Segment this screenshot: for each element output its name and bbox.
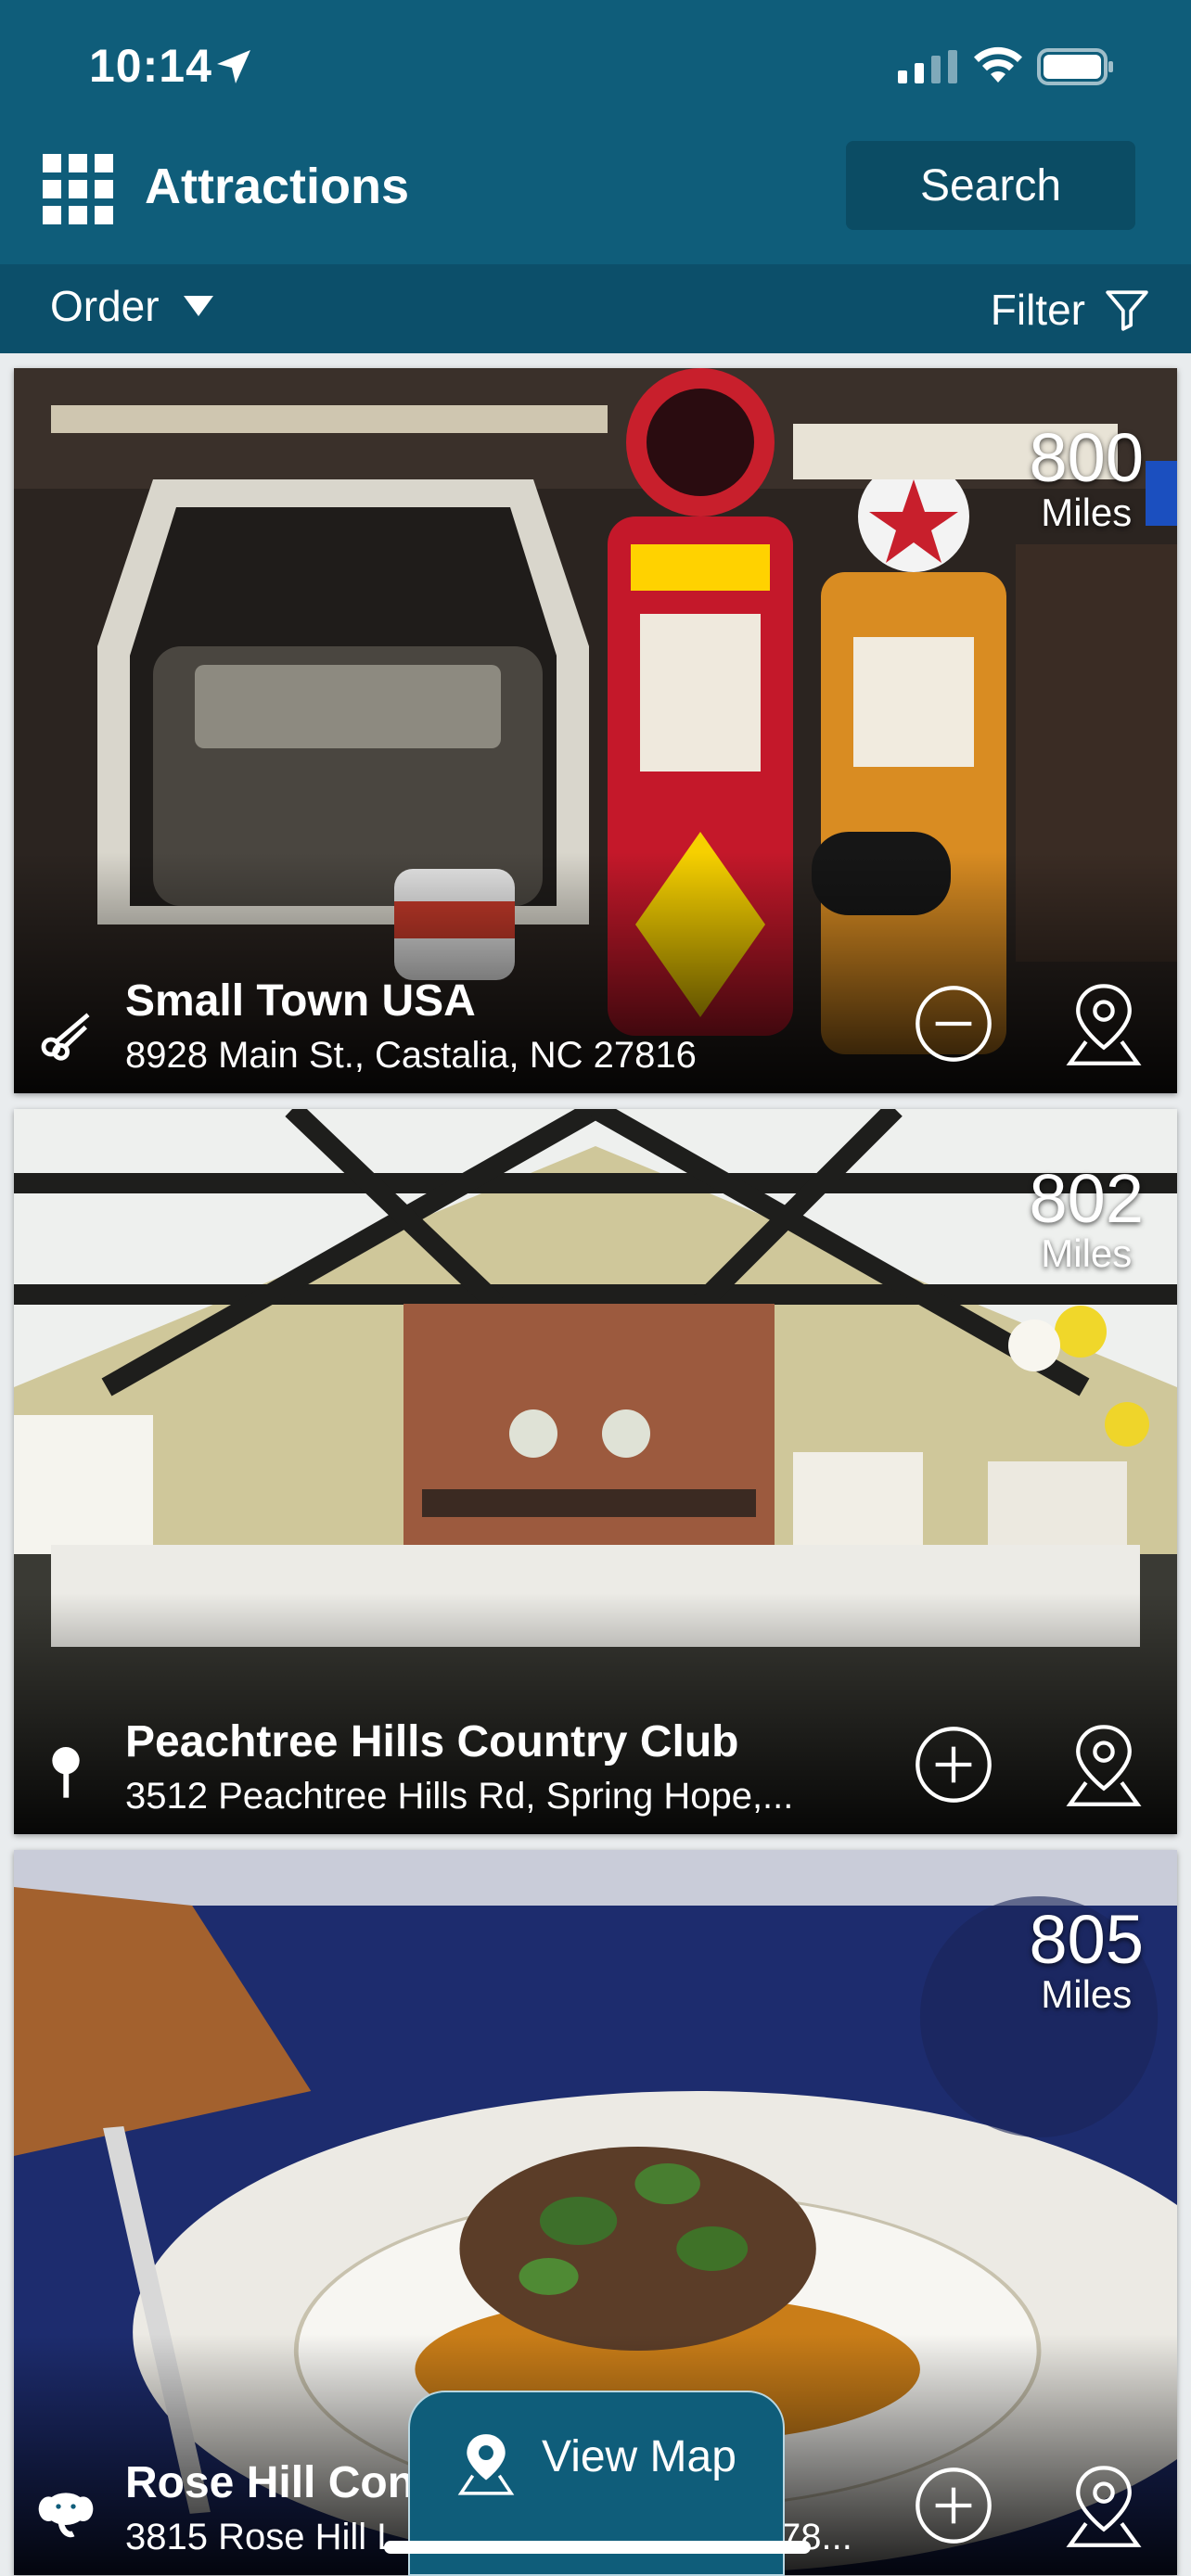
view-map-label: View Map [542,2432,736,2481]
filter-button[interactable]: Filter [991,285,1150,335]
listing-name[interactable]: Rose Hill Con [125,2457,415,2508]
location-arrow-icon [217,50,250,83]
page-title: Attractions [145,159,410,214]
map-pin-icon[interactable] [1064,2462,1144,2549]
listing-name[interactable]: Peachtree Hills Country Club [125,1716,738,1767]
listing-card[interactable]: 802 Miles Peachtree Hills Country Club 3… [14,1109,1177,1834]
map-marker-icon [457,2434,515,2495]
scissors-icon [41,1013,90,1061]
listing-address: 3815 Rose Hill L [125,2517,398,2557]
remove-circle-icon[interactable] [914,984,993,1064]
listing-address: 3512 Peachtree Hills Rd, Spring Hope,... [125,1776,794,1817]
listing-card[interactable]: 800 Miles Small Town USA 8928 Main St., … [14,368,1177,1093]
status-bar: 10:14 [0,0,1191,130]
caret-down-icon [183,296,213,316]
distance-value: 800 [1029,419,1144,496]
search-button[interactable]: Search [846,141,1135,230]
order-label: Order [50,282,160,330]
sort-filter-bar: Order Filter [0,264,1191,353]
distance-value: 805 [1029,1901,1144,1978]
add-circle-icon[interactable] [914,2466,993,2545]
distance-badge: 802 Miles [1030,1165,1144,1274]
wifi-icon [974,46,1022,83]
distance-unit: Miles [1041,491,1133,534]
golf-icon [52,1747,80,1798]
map-pin-icon[interactable] [1064,980,1144,1067]
status-time: 10:14 [89,40,212,92]
distance-unit: Miles [1041,1231,1133,1275]
distance-unit: Miles [1041,1972,1133,2016]
distance-badge: 800 Miles [1030,424,1144,533]
title-bar: Attractions Search [0,130,1191,264]
filter-funnel-icon [1106,290,1148,331]
distance-value: 802 [1029,1160,1144,1237]
listing-address: 8928 Main St., Castalia, NC 27816 [125,1035,697,1076]
distance-badge: 805 Miles [1030,1906,1144,2015]
cellular-signal-icon [898,50,957,83]
listing-name[interactable]: Small Town USA [125,976,476,1027]
app-header: 10:14 Attractions Search [0,0,1191,264]
grid-menu-icon[interactable] [43,154,113,224]
filter-label: Filter [990,286,1085,334]
elephant-icon [38,2493,94,2538]
order-dropdown[interactable]: Order [50,281,213,331]
map-pin-icon[interactable] [1064,1721,1144,1808]
home-indicator [384,2541,811,2554]
add-circle-icon[interactable] [914,1725,993,1804]
battery-icon [1037,48,1113,85]
